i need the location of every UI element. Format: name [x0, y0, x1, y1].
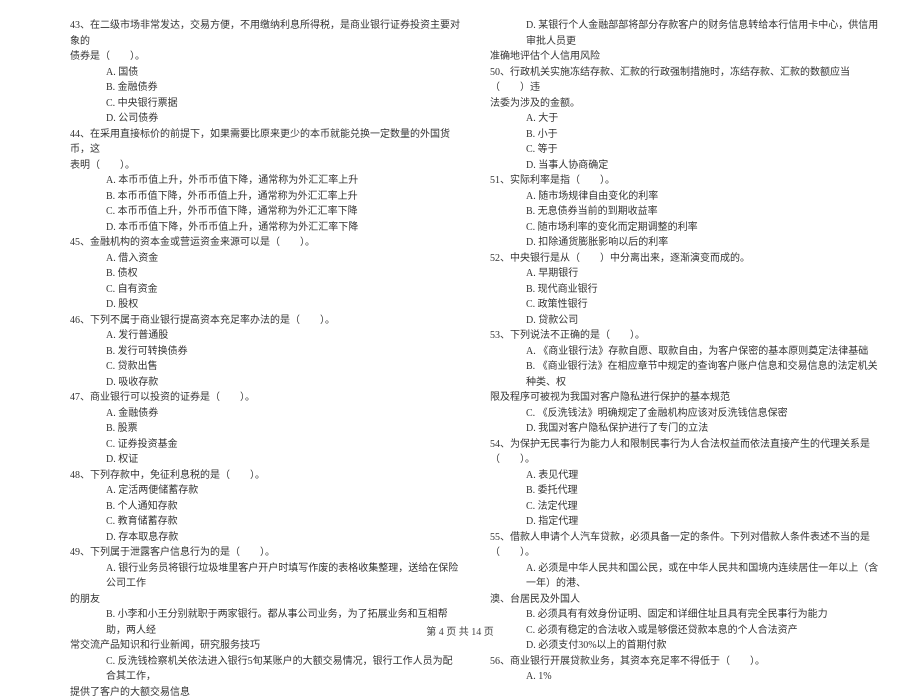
- q50-option-c: C. 等于: [490, 142, 880, 158]
- q48-option-a: A. 定活两便储蓄存款: [70, 483, 460, 499]
- q49-option-c-line2: 提供了客户的大额交易信息: [70, 685, 460, 700]
- q47-option-c: C. 证券投资基金: [70, 437, 460, 453]
- q48-option-c: C. 教育储蓄存款: [70, 514, 460, 530]
- q44-stem-line2: 表明（ ）。: [70, 158, 460, 174]
- q45-option-a: A. 借入资金: [70, 251, 460, 267]
- q52-stem: 52、中央银行是从（ ）中分离出来，逐渐演变而成的。: [490, 251, 880, 267]
- q50-option-d: D. 当事人协商确定: [490, 158, 880, 174]
- q46-option-d: D. 吸收存款: [70, 375, 460, 391]
- q53-stem: 53、下列说法不正确的是（ ）。: [490, 328, 880, 344]
- q53-option-b-line1: B. 《商业银行法》在相应章节中规定的查询客户账户信息和交易信息的法定机关种类、…: [490, 359, 880, 390]
- q46-stem: 46、下列不属于商业银行提高资本充足率办法的是（ ）。: [70, 313, 460, 329]
- q53-option-a: A. 《商业银行法》存款自愿、取款自由，为客户保密的基本原则奠定法律基础: [490, 344, 880, 360]
- q48-stem: 48、下列存款中，免征利息税的是（ ）。: [70, 468, 460, 484]
- q49-option-a-line2: 的朋友: [70, 592, 460, 608]
- q49-option-c-line1: C. 反洗钱检察机关依法进入银行5旬某账户的大额交易情况，银行工作人员为配合其工…: [70, 654, 460, 685]
- q49-option-d-line2: 准确地评估个人信用风险: [490, 49, 880, 65]
- q47-option-b: B. 股票: [70, 421, 460, 437]
- q43-stem-line2: 债券是（ ）。: [70, 49, 460, 65]
- q52-option-a: A. 早期银行: [490, 266, 880, 282]
- q46-option-b: B. 发行可转换债券: [70, 344, 460, 360]
- q49-option-a-line1: A. 银行业务员将银行垃圾堆里客户开户时填写作废的表格收集整理，送给在保险公司工…: [70, 561, 460, 592]
- q43-option-d: D. 公司债券: [70, 111, 460, 127]
- q49-option-d-line1: D. 某银行个人金融部部将部分存款客户的财务信息转给本行信用卡中心，供信用审批人…: [490, 18, 880, 49]
- q55-option-a-line1: A. 必须是中华人民共和国公民，或在中华人民共和国境内连续居住一年以上（含一年）…: [490, 561, 880, 592]
- q48-option-b: B. 个人通知存款: [70, 499, 460, 515]
- q44-option-d: D. 本币币值下降，外币币值上升，通常称为外汇汇率下降: [70, 220, 460, 236]
- q44-option-c: C. 本币币值上升，外币币值下降，通常称为外汇汇率下降: [70, 204, 460, 220]
- q43-stem-line1: 43、在二级市场非常发达，交易方便，不用缴纳利息所得税，是商业银行证券投资主要对…: [70, 18, 460, 49]
- q55-option-a-line2: 澳、台居民及外国人: [490, 592, 880, 608]
- document-page: 43、在二级市场非常发达，交易方便，不用缴纳利息所得税，是商业银行证券投资主要对…: [0, 0, 920, 700]
- q52-option-d: D. 贷款公司: [490, 313, 880, 329]
- page-footer: 第 4 页 共 14 页: [0, 623, 920, 638]
- q45-option-d: D. 股权: [70, 297, 460, 313]
- q46-option-a: A. 发行普通股: [70, 328, 460, 344]
- q53-option-c: C. 《反洗钱法》明确规定了金融机构应该对反洗钱信息保密: [490, 406, 880, 422]
- q54-stem-line2: （ ）。: [490, 452, 880, 468]
- q44-option-b: B. 本币币值下降，外币币值上升，通常称为外汇汇率上升: [70, 189, 460, 205]
- q48-option-d: D. 存本取息存款: [70, 530, 460, 546]
- q56-option-a: A. 1%: [490, 669, 880, 685]
- q50-option-b: B. 小于: [490, 127, 880, 143]
- q51-option-c: C. 随市场利率的变化而定期调整的利率: [490, 220, 880, 236]
- q56-stem: 56、商业银行开展贷款业务，其资本充足率不得低于（ ）。: [490, 654, 880, 670]
- q54-option-c: C. 法定代理: [490, 499, 880, 515]
- q50-stem-line1: 50、行政机关实施冻结存款、汇款的行政强制措施时，冻结存款、汇款的数额应当（ ）…: [490, 65, 880, 96]
- q55-stem-line1: 55、借款人申请个人汽车贷款，必须具备一定的条件。下列对借款人条件表述不当的是: [490, 530, 880, 546]
- q52-option-b: B. 现代商业银行: [490, 282, 880, 298]
- q53-option-d: D. 我国对客户隐私保护进行了专门的立法: [490, 421, 880, 437]
- q53-option-b-line2: 限及程序可被视为我国对客户隐私进行保护的基本规范: [490, 390, 880, 406]
- q49-stem: 49、下列属于泄露客户信息行为的是（ ）。: [70, 545, 460, 561]
- q47-stem: 47、商业银行可以投资的证券是（ ）。: [70, 390, 460, 406]
- q46-option-c: C. 贷款出售: [70, 359, 460, 375]
- q45-option-b: B. 债权: [70, 266, 460, 282]
- q55-stem-line2: （ ）。: [490, 545, 880, 561]
- q54-option-b: B. 委托代理: [490, 483, 880, 499]
- q43-option-a: A. 国债: [70, 65, 460, 81]
- q55-option-d: D. 必须支付30%以上的首期付款: [490, 638, 880, 654]
- q50-stem-line2: 法委为涉及的金额。: [490, 96, 880, 112]
- q51-stem: 51、实际利率是指（ ）。: [490, 173, 880, 189]
- q47-option-d: D. 权证: [70, 452, 460, 468]
- q49-option-b-line2: 常交流产品知识和行业新闻，研究服务技巧: [70, 638, 460, 654]
- q43-option-b: B. 金融债券: [70, 80, 460, 96]
- q52-option-c: C. 政策性银行: [490, 297, 880, 313]
- q50-option-a: A. 大于: [490, 111, 880, 127]
- q51-option-b: B. 无息债券当前的到期收益率: [490, 204, 880, 220]
- right-column: D. 某银行个人金融部部将部分存款客户的财务信息转给本行信用卡中心，供信用审批人…: [490, 18, 880, 700]
- q45-option-c: C. 自有资金: [70, 282, 460, 298]
- q44-option-a: A. 本币币值上升，外币币值下降，通常称为外汇汇率上升: [70, 173, 460, 189]
- q51-option-d: D. 扣除通货膨胀影响以后的利率: [490, 235, 880, 251]
- q54-stem-line1: 54、为保护无民事行为能力人和限制民事行为人合法权益而依法直接产生的代理关系是: [490, 437, 880, 453]
- q54-option-d: D. 指定代理: [490, 514, 880, 530]
- q45-stem: 45、金融机构的资本金或营运资金来源可以是（ ）。: [70, 235, 460, 251]
- q51-option-a: A. 随市场规律自由变化的利率: [490, 189, 880, 205]
- left-column: 43、在二级市场非常发达，交易方便，不用缴纳利息所得税，是商业银行证券投资主要对…: [70, 18, 460, 700]
- q47-option-a: A. 金融债券: [70, 406, 460, 422]
- q43-option-c: C. 中央银行票据: [70, 96, 460, 112]
- q54-option-a: A. 表见代理: [490, 468, 880, 484]
- q44-stem-line1: 44、在采用直接标价的前提下，如果需要比原来更少的本币就能兑换一定数量的外国货币…: [70, 127, 460, 158]
- q55-option-b: B. 必须具有有效身份证明、固定和详细住址且具有完全民事行为能力: [490, 607, 880, 623]
